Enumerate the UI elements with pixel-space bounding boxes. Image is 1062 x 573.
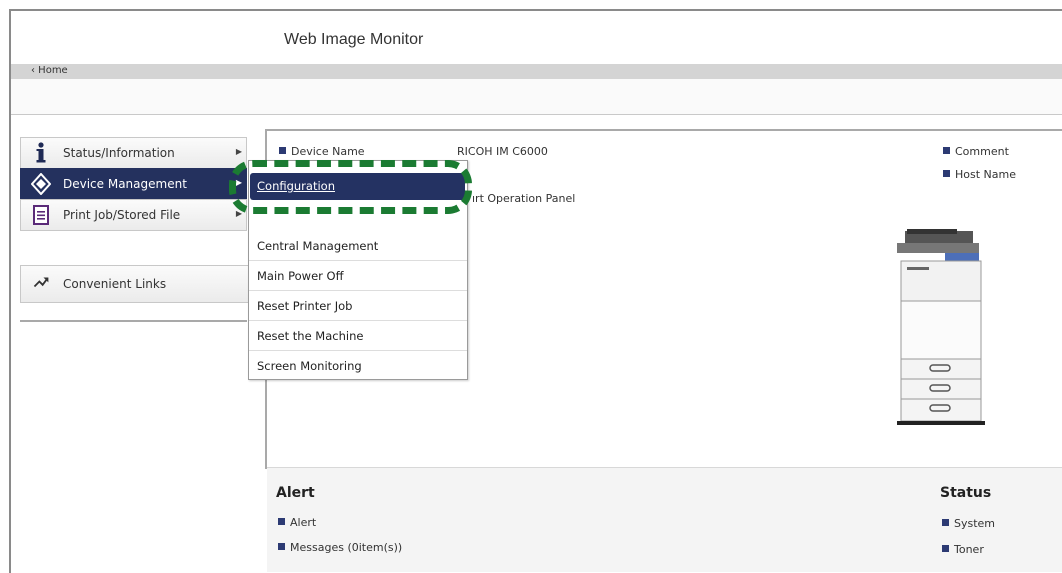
submenu-item-label: Configuration — [257, 179, 335, 193]
toner-link[interactable]: Toner — [942, 543, 984, 556]
sidebar-item-print-job[interactable]: Print Job/Stored File ▶ — [20, 199, 247, 231]
device-management-icon — [31, 173, 51, 195]
info-icon — [36, 142, 46, 163]
app-title: Web Image Monitor — [284, 31, 424, 48]
messages-link[interactable]: Messages (0item(s)) — [278, 541, 402, 554]
messages-link-label: Messages (0item(s)) — [290, 541, 403, 554]
sidebar-item-status-information[interactable]: Status/Information ▶ — [20, 137, 247, 168]
submenu-item-reset-the-machine[interactable]: Reset the Machine — [249, 321, 467, 351]
alert-link-label: Alert — [290, 516, 317, 529]
document-icon — [33, 205, 49, 225]
device-name-label: Device Name — [291, 145, 365, 158]
submenu-item-label: Screen Monitoring — [257, 359, 362, 373]
bullet-icon — [942, 545, 949, 552]
submenu-item-central-management[interactable]: Central Management — [249, 231, 467, 261]
host-name-row: Host Name — [943, 168, 1016, 181]
sidebar-item-label: Print Job/Stored File — [63, 208, 181, 222]
convenient-links-button[interactable]: Convenient Links — [20, 265, 249, 303]
sidebar-item-label: Status/Information — [63, 146, 175, 160]
system-link-label: System — [954, 517, 996, 530]
submenu-item-label: Reset Printer Job — [257, 299, 353, 313]
system-link[interactable]: System — [942, 517, 995, 530]
home-bar: ‹ Home — [11, 64, 1062, 79]
convenient-links-label: Convenient Links — [63, 277, 167, 291]
chevron-right-icon: ▶ — [235, 209, 242, 218]
chevron-right-icon: ▶ — [235, 147, 242, 156]
bullet-icon — [278, 543, 285, 550]
submenu-item-reset-printer-job[interactable]: Reset Printer Job — [249, 291, 467, 321]
sidebar-menu: Status/Information ▶ Device Management ▶… — [20, 137, 247, 231]
bullet-icon — [943, 170, 950, 177]
submenu-item-label: Main Power Off — [257, 269, 344, 283]
submenu-item-configuration[interactable]: Configuration — [250, 173, 465, 200]
bullet-icon — [942, 519, 949, 526]
printer-image — [897, 229, 985, 425]
alert-heading: Alert — [276, 485, 315, 501]
bullet-icon — [278, 518, 285, 525]
submenu-item-screen-monitoring[interactable]: Screen Monitoring — [249, 351, 467, 380]
device-name-row: Device Name — [279, 145, 365, 158]
comment-row: Comment — [943, 145, 1009, 158]
chevron-right-icon: ▶ — [235, 178, 242, 187]
submenu-item-main-power-off[interactable]: Main Power Off — [249, 261, 467, 291]
bullet-icon — [943, 147, 950, 154]
host-name-label: Host Name — [955, 168, 1016, 181]
comment-label: Comment — [955, 145, 1009, 158]
operation-panel-text: ırt Operation Panel — [472, 192, 576, 205]
arrow-link-icon — [33, 277, 49, 288]
device-name-value: RICOH IM C6000 — [457, 145, 548, 158]
submenu-item-label: Reset the Machine — [257, 329, 364, 343]
submenu-item-label: Central Management — [257, 239, 379, 253]
sidebar-item-device-management[interactable]: Device Management ▶ — [20, 168, 247, 199]
divider — [20, 320, 247, 322]
alert-link[interactable]: Alert — [278, 516, 316, 529]
sidebar-item-label: Device Management — [63, 177, 187, 191]
toner-link-label: Toner — [954, 543, 984, 556]
alert-status-section: Alert Alert Messages (0item(s)) Status S… — [267, 467, 1062, 572]
status-heading: Status — [940, 485, 992, 501]
toolbar-band — [11, 79, 1062, 115]
bullet-icon — [279, 147, 286, 154]
home-link[interactable]: ‹ Home — [31, 65, 68, 76]
